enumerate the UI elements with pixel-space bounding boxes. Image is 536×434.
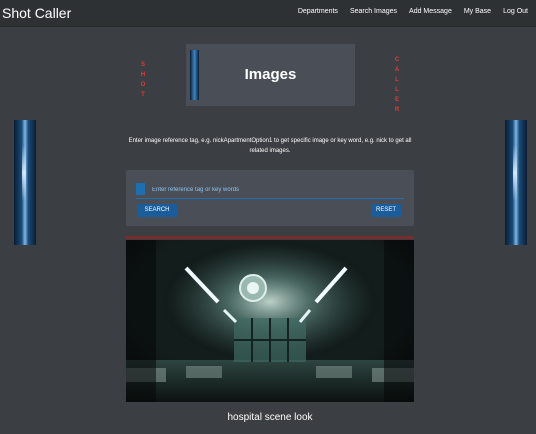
nav-link-add-message[interactable]: Add Message xyxy=(409,8,452,15)
vertical-word-caller: C A L L E R xyxy=(394,57,400,113)
vertical-word-shot: S H O T xyxy=(140,62,146,98)
nav-link-my-base[interactable]: My Base xyxy=(464,8,491,15)
result-divider xyxy=(126,236,414,239)
tag-icon xyxy=(136,183,145,195)
search-row xyxy=(136,182,404,199)
top-navbar: Shot Caller Departments Search Images Ad… xyxy=(0,0,536,27)
result-image[interactable] xyxy=(126,240,414,402)
reset-button[interactable]: RESET xyxy=(371,204,401,217)
right-decor-strip xyxy=(505,120,527,245)
left-decor-strip xyxy=(14,120,36,245)
search-input[interactable] xyxy=(152,184,402,195)
search-description: Enter image reference tag, e.g. nickApar… xyxy=(128,138,412,154)
page-title: Images xyxy=(244,66,297,83)
search-panel: SEARCH RESET xyxy=(126,170,414,226)
search-button[interactable]: SEARCH xyxy=(137,204,177,217)
hospital-scene-photo xyxy=(126,240,414,402)
nav-links: Departments Search Images Add Message My… xyxy=(286,8,528,15)
page-title-card: Images xyxy=(185,43,356,107)
nav-link-departments[interactable]: Departments xyxy=(298,8,338,15)
nav-link-log-out[interactable]: Log Out xyxy=(503,8,528,15)
nav-link-search-images[interactable]: Search Images xyxy=(350,8,397,15)
image-caption: hospital scene look xyxy=(227,412,313,423)
brand-logo[interactable]: Shot Caller xyxy=(2,5,71,21)
